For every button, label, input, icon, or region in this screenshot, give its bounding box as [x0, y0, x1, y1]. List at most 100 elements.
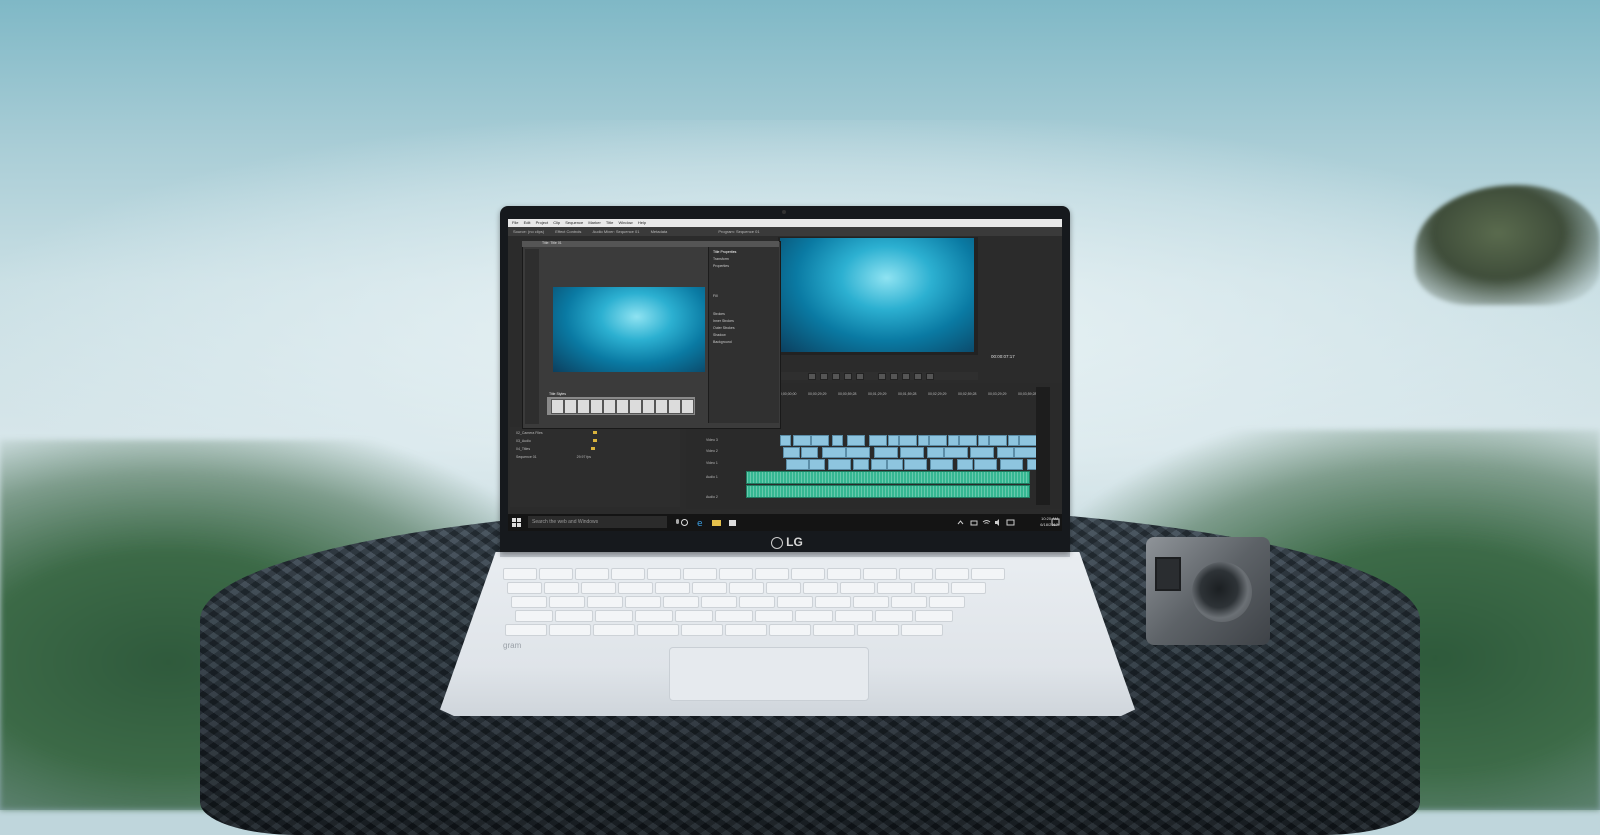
video-clip[interactable] — [997, 447, 1014, 458]
keyboard-key[interactable] — [951, 582, 986, 594]
project-item[interactable]: 03_Audio — [516, 439, 674, 443]
keyboard-key[interactable] — [544, 582, 579, 594]
video-clip[interactable] — [846, 447, 870, 458]
keyboard-key[interactable] — [719, 568, 753, 580]
video-clip[interactable] — [828, 459, 851, 470]
video-clip[interactable] — [871, 459, 887, 470]
title-style-swatch[interactable] — [603, 399, 616, 414]
video-clip[interactable] — [927, 447, 944, 458]
video-clip[interactable] — [832, 435, 843, 446]
video-clip[interactable] — [793, 435, 811, 446]
keyboard-key[interactable] — [692, 582, 727, 594]
keyboard-key[interactable] — [715, 610, 753, 622]
keyboard-key[interactable] — [595, 610, 633, 622]
video-clip[interactable] — [801, 447, 818, 458]
video-clip[interactable] — [899, 435, 917, 446]
video-clip[interactable] — [930, 459, 953, 470]
keyboard-key[interactable] — [766, 582, 801, 594]
keyboard-key[interactable] — [647, 568, 681, 580]
keyboard-key[interactable] — [663, 596, 699, 608]
file-explorer-icon[interactable] — [712, 518, 721, 527]
keyboard-key[interactable] — [835, 610, 873, 622]
battery-icon[interactable] — [970, 518, 979, 527]
video-clip[interactable] — [811, 435, 829, 446]
wifi-icon[interactable] — [982, 518, 991, 527]
video-clip[interactable] — [957, 459, 973, 470]
keyboard-key[interactable] — [555, 610, 593, 622]
keyboard-key[interactable] — [827, 568, 861, 580]
keyboard-key[interactable] — [637, 624, 679, 636]
windows-start-icon[interactable] — [512, 518, 521, 527]
title-style-swatch[interactable] — [629, 399, 642, 414]
title-style-swatch[interactable] — [668, 399, 681, 414]
keyboard-key[interactable] — [891, 596, 927, 608]
keyboard-key[interactable] — [863, 568, 897, 580]
keyboard-key[interactable] — [875, 610, 913, 622]
property-fill[interactable]: Fill — [713, 294, 775, 298]
video-clip[interactable] — [929, 435, 947, 446]
keyboard-key[interactable] — [739, 596, 775, 608]
keyboard-key[interactable] — [755, 610, 793, 622]
keyboard-key[interactable] — [539, 568, 573, 580]
keyboard-key[interactable] — [929, 596, 965, 608]
title-style-swatch[interactable] — [564, 399, 577, 414]
keyboard[interactable] — [503, 568, 1048, 638]
keyboard-key[interactable] — [549, 596, 585, 608]
keyboard-key[interactable] — [515, 610, 553, 622]
keyboard-key[interactable] — [511, 596, 547, 608]
keyboard-key[interactable] — [877, 582, 912, 594]
keyboard-key[interactable] — [769, 624, 811, 636]
notifications-icon[interactable] — [1051, 518, 1060, 527]
project-item[interactable]: 02_Camera Files — [516, 431, 674, 435]
property-transform[interactable]: Transform — [713, 257, 775, 261]
keyboard-key[interactable] — [915, 610, 953, 622]
keyboard-key[interactable] — [503, 568, 537, 580]
video-clip[interactable] — [847, 435, 865, 446]
title-style-swatch[interactable] — [590, 399, 603, 414]
keyboard-key[interactable] — [795, 610, 833, 622]
property-outer-strokes[interactable]: Outer Strokes — [713, 326, 775, 330]
video-clip[interactable] — [974, 459, 997, 470]
project-item[interactable]: Sequence 01 29.97 fps — [516, 455, 674, 459]
keyboard-key[interactable] — [618, 582, 653, 594]
keyboard-key[interactable] — [505, 624, 547, 636]
video-clip[interactable] — [904, 459, 927, 470]
video-clip[interactable] — [786, 459, 809, 470]
keyboard-key[interactable] — [635, 610, 673, 622]
property-strokes[interactable]: Strokes — [713, 312, 775, 316]
keyboard-key[interactable] — [581, 582, 616, 594]
video-clip[interactable] — [944, 447, 968, 458]
video-clip[interactable] — [1000, 459, 1023, 470]
video-clip[interactable] — [869, 435, 887, 446]
task-view-icon[interactable] — [680, 518, 689, 527]
keyboard-key[interactable] — [899, 568, 933, 580]
keyboard-key[interactable] — [813, 624, 855, 636]
project-item[interactable]: 04_Titles — [516, 447, 674, 451]
video-clip[interactable] — [809, 459, 825, 470]
title-style-swatch[interactable] — [577, 399, 590, 414]
language-icon[interactable] — [1006, 518, 1015, 527]
titler-tab[interactable]: Title: Title 01 — [542, 241, 562, 245]
property-background[interactable]: Background — [713, 340, 775, 344]
keyboard-key[interactable] — [914, 582, 949, 594]
property-inner-strokes[interactable]: Inner Strokes — [713, 319, 775, 323]
title-style-swatch[interactable] — [551, 399, 564, 414]
video-clip[interactable] — [780, 435, 791, 446]
video-clip[interactable] — [918, 435, 929, 446]
keyboard-key[interactable] — [725, 624, 767, 636]
video-clip[interactable] — [874, 447, 898, 458]
keyboard-key[interactable] — [935, 568, 969, 580]
keyboard-key[interactable] — [675, 610, 713, 622]
store-icon[interactable] — [728, 518, 737, 527]
video-clip[interactable] — [959, 435, 977, 446]
video-clip[interactable] — [948, 435, 959, 446]
keyboard-key[interactable] — [729, 582, 764, 594]
video-clip[interactable] — [887, 459, 903, 470]
touchpad[interactable] — [669, 647, 869, 701]
keyboard-key[interactable] — [791, 568, 825, 580]
video-clip[interactable] — [978, 435, 989, 446]
keyboard-key[interactable] — [803, 582, 838, 594]
video-clip[interactable] — [853, 459, 869, 470]
keyboard-key[interactable] — [857, 624, 899, 636]
video-clip[interactable] — [1008, 435, 1019, 446]
